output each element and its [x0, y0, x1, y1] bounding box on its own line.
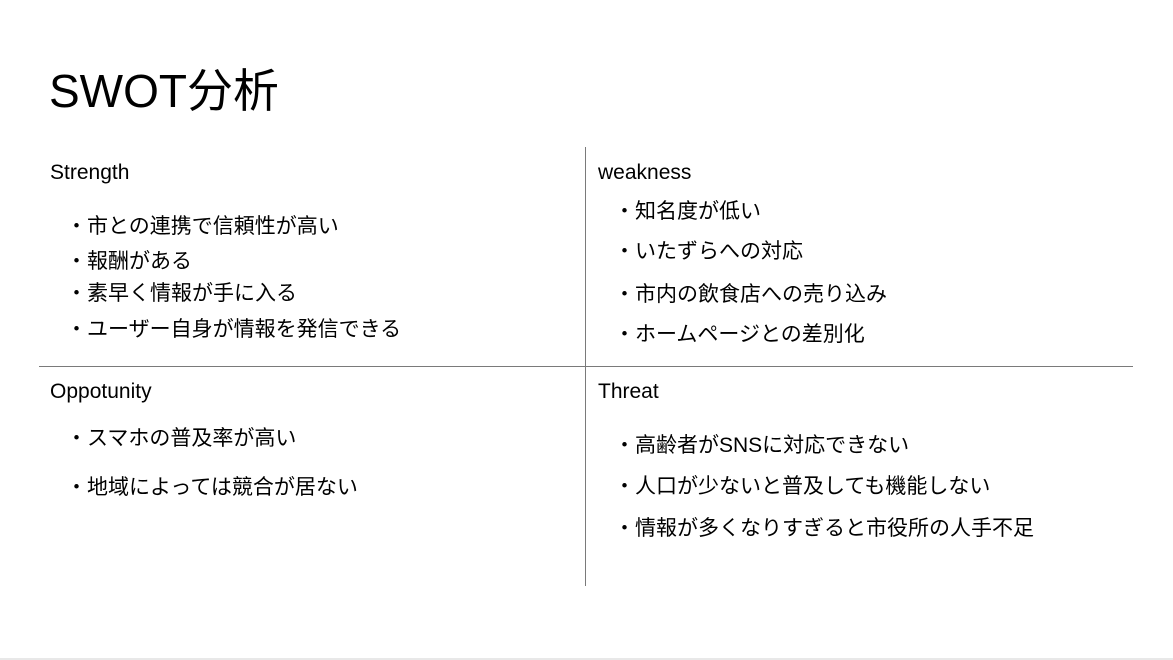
weakness-item: ・いたずらへの対応 — [614, 240, 803, 263]
threat-item: ・人口が少ないと普及しても機能しない — [614, 475, 991, 498]
weakness-heading: weakness — [598, 161, 692, 184]
strength-item: ・報酬がある — [66, 250, 192, 273]
strength-item: ・素早く情報が手に入る — [66, 282, 297, 305]
horizontal-divider — [39, 366, 1133, 367]
weakness-item: ・市内の飲食店への売り込み — [614, 283, 887, 306]
opportunity-item: ・スマホの普及率が高い — [66, 427, 297, 450]
opportunity-item: ・地域によっては競合が居ない — [66, 476, 358, 499]
slide-title: SWOT分析 — [49, 65, 279, 117]
weakness-item: ・ホームページとの差別化 — [614, 323, 865, 346]
threat-item: ・高齢者がSNSに対応できない — [614, 434, 910, 457]
strength-item: ・市との連携で信頼性が高い — [66, 215, 339, 238]
opportunity-heading: Oppotunity — [50, 380, 152, 403]
threat-item: ・情報が多くなりすぎると市役所の人手不足 — [614, 517, 1034, 540]
strength-item: ・ユーザー自身が情報を発信できる — [66, 318, 402, 341]
weakness-item: ・知名度が低い — [614, 200, 761, 223]
threat-heading: Threat — [598, 380, 659, 403]
strength-heading: Strength — [50, 161, 130, 184]
